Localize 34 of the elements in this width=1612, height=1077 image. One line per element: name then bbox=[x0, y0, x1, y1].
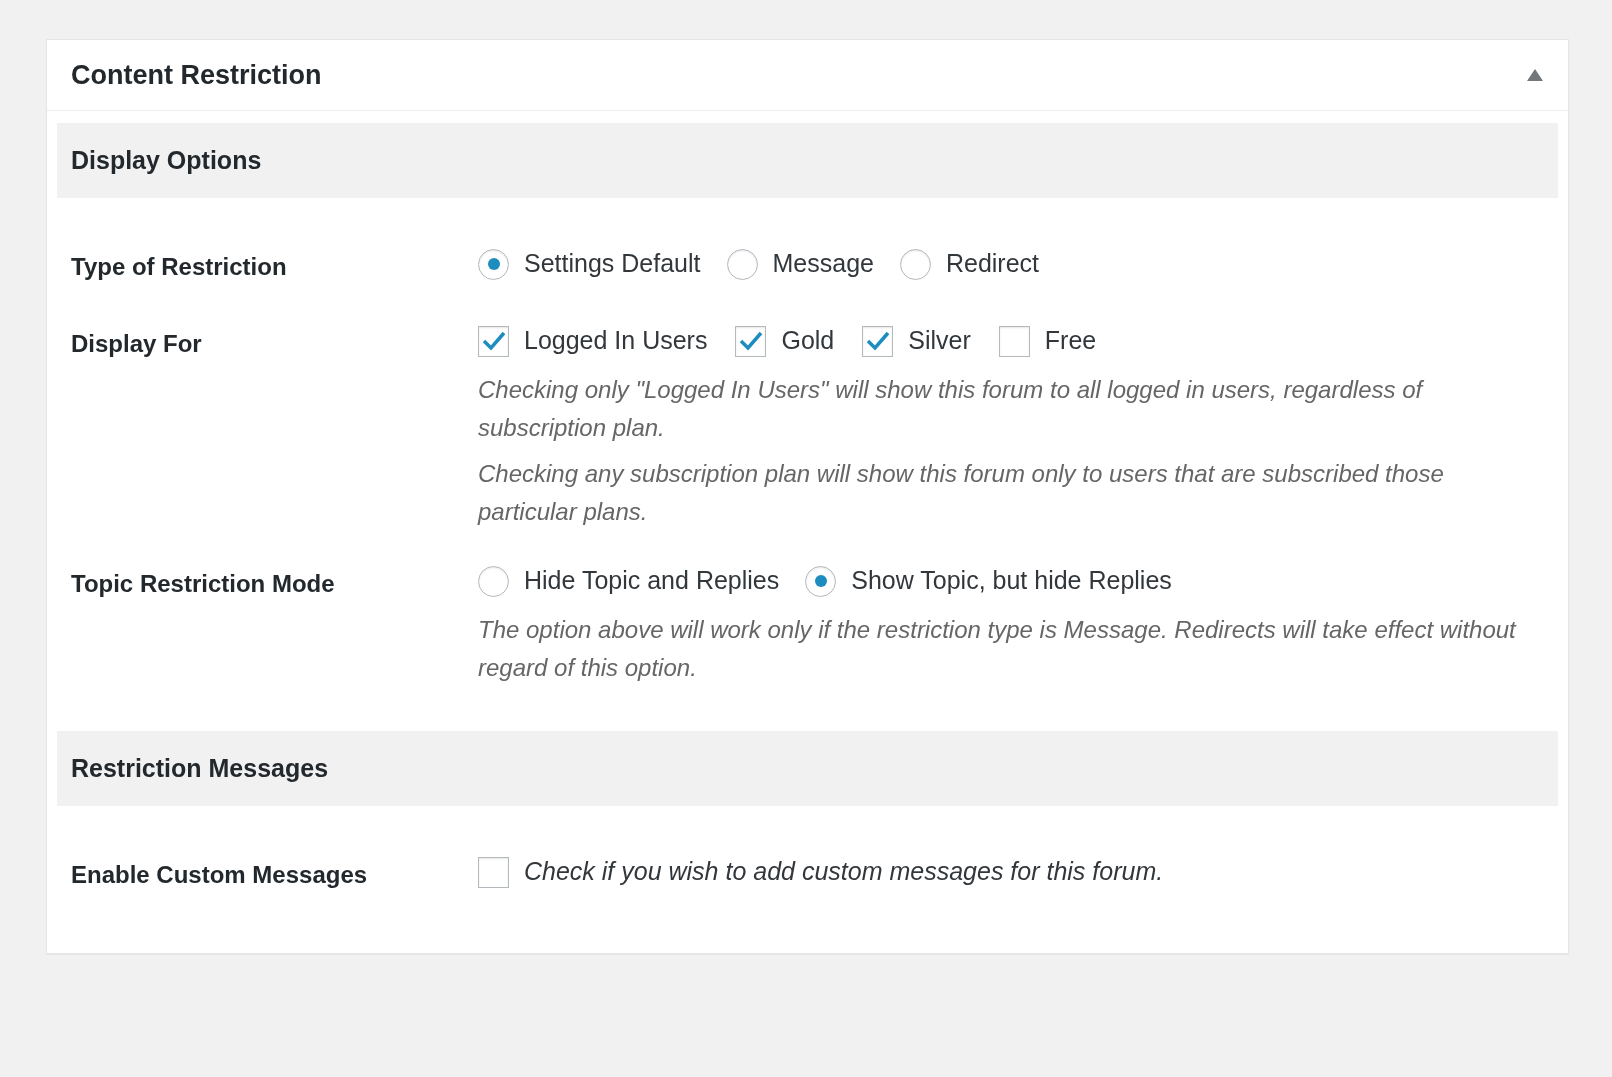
radio-button[interactable] bbox=[478, 565, 509, 597]
option-label: Show Topic, but hide Replies bbox=[851, 565, 1172, 597]
collapse-arrow-icon[interactable] bbox=[1526, 68, 1544, 82]
option-label: Logged In Users bbox=[524, 325, 708, 357]
checkbox[interactable] bbox=[735, 325, 767, 357]
panel-title: Content Restriction bbox=[71, 58, 322, 92]
field-label: Enable Custom Messages bbox=[71, 861, 368, 888]
radio-button[interactable] bbox=[478, 248, 509, 280]
checkbox[interactable] bbox=[478, 856, 509, 888]
option-label: Silver bbox=[908, 325, 971, 357]
description-text: Check if you wish to add custom messages for this forum. bbox=[524, 856, 1164, 888]
help-text: Checking only "Logged In Users" will show this forum to all logged in users, regardless of subscription plan. bbox=[478, 375, 1425, 443]
option-label: Free bbox=[1044, 325, 1097, 357]
radio-button[interactable] bbox=[726, 248, 758, 280]
option-label: Gold bbox=[781, 325, 835, 357]
option-label: Redirect bbox=[945, 248, 1040, 280]
checkbox[interactable] bbox=[862, 325, 894, 357]
field-label: Type of Restriction bbox=[71, 253, 287, 280]
help-text: Checking any subscription plan will show this forum only to users that are subscribed those particular plans. bbox=[478, 459, 1445, 527]
radio-button[interactable] bbox=[899, 248, 931, 280]
section-title: Display Options bbox=[71, 144, 262, 176]
field-label: Topic Restriction Mode bbox=[71, 570, 335, 597]
checkbox[interactable] bbox=[998, 325, 1030, 357]
radio-button[interactable] bbox=[805, 565, 837, 597]
option-label: Settings Default bbox=[524, 248, 701, 280]
checkmark-icon bbox=[481, 330, 506, 352]
checkmark-icon bbox=[865, 330, 890, 352]
field-label: Display For bbox=[71, 330, 202, 357]
checkbox[interactable] bbox=[478, 325, 509, 357]
option-label: Message bbox=[772, 248, 874, 280]
checkmark-icon bbox=[738, 330, 763, 352]
option-label: Hide Topic and Replies bbox=[524, 565, 780, 597]
section-title: Restriction Messages bbox=[71, 752, 329, 784]
help-text: The option above will work only if the restriction type is Message. Redirects will take effect without regard of this option. bbox=[478, 615, 1518, 683]
